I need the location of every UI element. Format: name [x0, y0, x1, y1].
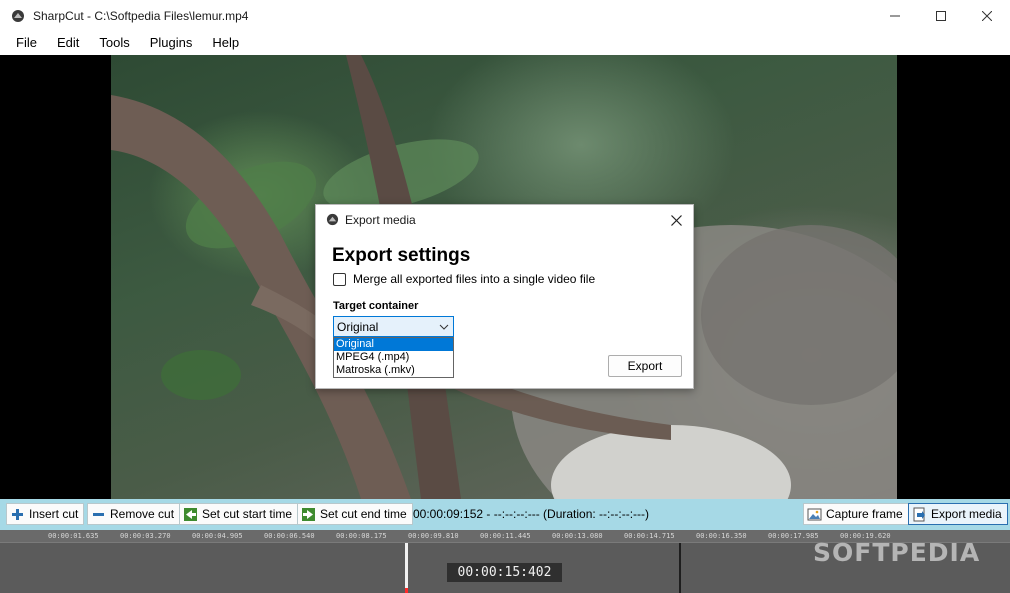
title-bar: SharpCut - C:\Softpedia Files\lemur.mp4	[0, 0, 1010, 32]
cut-status-text: 00:00:09:152 - --:--:--:--- (Duration: -…	[413, 507, 650, 521]
merge-label: Merge all exported files into a single v…	[353, 272, 596, 286]
remove-cut-label: Remove cut	[110, 507, 175, 521]
current-time-display: 00:00:15:402	[447, 563, 562, 582]
minimize-icon	[890, 15, 900, 17]
select-value: Original	[337, 319, 379, 334]
export-icon	[913, 507, 925, 521]
export-media-label: Export media	[931, 507, 1002, 521]
set-cut-start-button[interactable]: Set cut start time	[179, 503, 299, 525]
set-cut-end-button[interactable]: Set cut end time	[297, 503, 413, 525]
playhead-handle[interactable]	[405, 588, 408, 593]
target-container-select[interactable]: Original	[333, 316, 454, 337]
dropdown-option-mp4[interactable]: MPEG4 (.mp4)	[334, 351, 453, 364]
tick-label: 00:00:11.445	[480, 532, 531, 540]
export-media-dialog: Export media Export settings Merge all e…	[315, 204, 694, 389]
capture-frame-button[interactable]: Capture frame	[803, 503, 909, 525]
maximize-button[interactable]	[918, 0, 964, 32]
merge-checkbox[interactable]	[333, 272, 346, 286]
dialog-heading: Export settings	[332, 245, 471, 266]
menu-plugins[interactable]: Plugins	[140, 32, 203, 54]
arrow-left-icon	[184, 507, 197, 521]
arrow-right-icon	[302, 507, 315, 521]
tick-label: 00:00:08.175	[336, 532, 387, 540]
app-logo-icon	[12, 10, 24, 22]
tick-label: 00:00:04.905	[192, 532, 243, 540]
target-container-dropdown: Original MPEG4 (.mp4) Matroska (.mkv)	[333, 337, 454, 378]
minus-icon	[93, 512, 104, 516]
window-title: SharpCut - C:\Softpedia Files\lemur.mp4	[33, 9, 249, 23]
cut-toolbar: Insert cut Remove cut Set cut start time…	[0, 499, 1010, 530]
close-button[interactable]	[964, 0, 1010, 32]
tick-label: 00:00:16.350	[696, 532, 747, 540]
remove-cut-button[interactable]: Remove cut	[87, 503, 181, 525]
window-controls	[872, 0, 1010, 32]
image-icon	[807, 508, 822, 520]
tick-label: 00:00:09.810	[408, 532, 459, 540]
plus-icon	[12, 508, 23, 520]
tick-label: 00:00:17.985	[768, 532, 819, 540]
tick-label: 00:00:01.635	[48, 532, 99, 540]
menu-tools[interactable]: Tools	[89, 32, 139, 54]
dropdown-option-mkv[interactable]: Matroska (.mkv)	[334, 364, 453, 377]
dropdown-option-original[interactable]: Original	[334, 338, 453, 351]
export-button[interactable]: Export	[608, 355, 682, 377]
menu-bar: File Edit Tools Plugins Help	[0, 32, 1010, 54]
tick-label: 00:00:03.270	[120, 532, 171, 540]
dialog-close-button[interactable]	[665, 209, 687, 231]
merge-option: Merge all exported files into a single v…	[333, 272, 595, 286]
insert-cut-button[interactable]: Insert cut	[6, 503, 85, 525]
export-media-button[interactable]: Export media	[908, 503, 1008, 525]
menu-file[interactable]: File	[6, 32, 47, 54]
maximize-icon	[936, 11, 946, 21]
close-icon	[670, 214, 682, 226]
minimize-button[interactable]	[872, 0, 918, 32]
capture-frame-label: Capture frame	[826, 507, 903, 521]
dialog-title: Export media	[345, 212, 416, 227]
video-end-marker	[679, 543, 681, 593]
dialog-title-bar: Export media	[316, 205, 693, 234]
tick-label: 00:00:14.715	[624, 532, 675, 540]
app-logo-icon	[326, 213, 339, 226]
menu-help[interactable]: Help	[202, 32, 249, 54]
chevron-down-icon	[439, 324, 449, 330]
insert-cut-label: Insert cut	[29, 507, 79, 521]
tick-label: 00:00:06.540	[264, 532, 315, 540]
tick-label: 00:00:13.080	[552, 532, 603, 540]
close-icon	[982, 11, 992, 21]
menu-edit[interactable]: Edit	[47, 32, 89, 54]
target-container-label: Target container	[333, 300, 419, 312]
set-cut-start-label: Set cut start time	[202, 507, 293, 521]
playhead[interactable]	[405, 543, 408, 593]
set-cut-end-label: Set cut end time	[320, 507, 407, 521]
softpedia-watermark: SOFTPEDIA	[813, 538, 981, 567]
